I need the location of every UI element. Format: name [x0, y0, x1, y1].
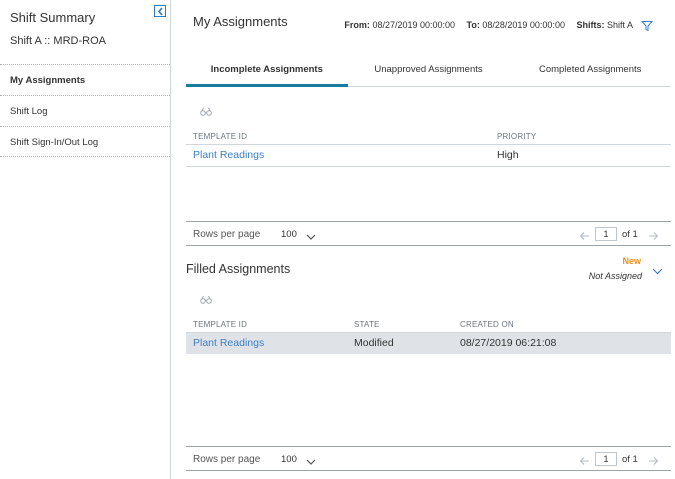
incomplete-pager: Rows per page 100 1 of 1: [186, 221, 671, 246]
header-filter-summary: From: 08/27/2019 00:00:00 To: 08/28/2019…: [344, 20, 633, 30]
shifts-value: Shift A: [606, 20, 633, 30]
column-header-priority[interactable]: PRIORITY: [497, 132, 536, 141]
column-header-template-id[interactable]: TEMPLATE ID: [193, 320, 247, 329]
status-badge-not-assigned: Not Assigned: [588, 271, 642, 281]
search-button[interactable]: [200, 107, 212, 116]
from-value: 08/27/2019 00:00:00: [372, 20, 456, 30]
to-value: 08/28/2019 00:00:00: [482, 20, 565, 30]
column-header-template-id[interactable]: TEMPLATE ID: [193, 132, 247, 141]
sidebar-item-shift-log[interactable]: Shift Log: [0, 95, 170, 126]
filter-button[interactable]: [640, 19, 654, 37]
chevron-down-icon[interactable]: [306, 453, 316, 471]
page-count: of 1: [622, 229, 638, 240]
filled-row-created-on: 08/27/2019 06:21:08: [460, 337, 557, 349]
next-page-button[interactable]: [648, 228, 659, 246]
collapse-sidebar-button[interactable]: [154, 5, 166, 17]
search-button[interactable]: [200, 295, 212, 304]
sidebar-nav: My Assignments Shift Log Shift Sign-In/O…: [0, 64, 170, 157]
previous-page-button[interactable]: [579, 228, 590, 246]
to-label: To:: [466, 20, 480, 30]
sidebar-item-my-assignments[interactable]: My Assignments: [0, 64, 170, 95]
tab-completed-assignments[interactable]: Completed Assignments: [509, 56, 671, 86]
sidebar-title: Shift Summary: [10, 10, 96, 25]
status-badge-new: New: [622, 256, 641, 266]
previous-page-button[interactable]: [579, 453, 590, 471]
divider: [186, 144, 671, 145]
sidebar-subtitle: Shift A :: MRD-ROA: [10, 35, 106, 47]
binoculars-icon: [200, 295, 212, 304]
filled-assignments-title: Filled Assignments: [186, 262, 291, 276]
chevron-down-icon: [652, 268, 663, 275]
arrow-left-icon: [579, 457, 589, 465]
shifts-label: Shifts:: [576, 20, 605, 30]
tab-unapproved-assignments[interactable]: Unapproved Assignments: [348, 56, 510, 86]
page-number-input[interactable]: 1: [595, 227, 617, 241]
column-header-state[interactable]: STATE: [354, 320, 380, 329]
page-title: My Assignments: [193, 14, 288, 29]
incomplete-row-template-link[interactable]: Plant Readings: [193, 149, 264, 161]
filled-row-template-link[interactable]: Plant Readings: [193, 337, 264, 349]
incomplete-row-priority: High: [497, 149, 519, 161]
arrow-left-icon: [579, 232, 589, 240]
next-page-button[interactable]: [648, 453, 659, 471]
rows-per-page-select[interactable]: 100: [281, 229, 297, 240]
binoculars-icon: [200, 107, 212, 116]
filter-icon: [640, 21, 654, 32]
rows-per-page-select[interactable]: 100: [281, 454, 297, 465]
divider: [186, 166, 671, 167]
rows-per-page-label: Rows per page: [193, 454, 261, 465]
chevron-down-icon[interactable]: [306, 228, 316, 246]
chevron-left-icon: [157, 7, 163, 16]
main-panel: My Assignments From: 08/27/2019 00:00:00…: [186, 0, 671, 479]
rows-per-page-label: Rows per page: [193, 229, 261, 240]
arrow-right-icon: [649, 232, 659, 240]
page-count: of 1: [622, 454, 638, 465]
tab-incomplete-assignments[interactable]: Incomplete Assignments: [186, 56, 348, 87]
assignment-tabs: Incomplete Assignments Unapproved Assign…: [186, 56, 671, 87]
page-number-input[interactable]: 1: [595, 452, 617, 466]
sidebar: Shift Summary Shift A :: MRD-ROA My Assi…: [0, 0, 171, 479]
column-header-created-on[interactable]: CREATED ON: [460, 320, 514, 329]
from-label: From:: [344, 20, 370, 30]
sidebar-item-shift-sign-in-out-log[interactable]: Shift Sign-In/Out Log: [0, 126, 170, 157]
filled-row-state: Modified: [354, 337, 394, 349]
arrow-right-icon: [649, 457, 659, 465]
expand-filled-button[interactable]: [652, 262, 663, 280]
filled-pager: Rows per page 100 1 of 1: [186, 446, 671, 471]
